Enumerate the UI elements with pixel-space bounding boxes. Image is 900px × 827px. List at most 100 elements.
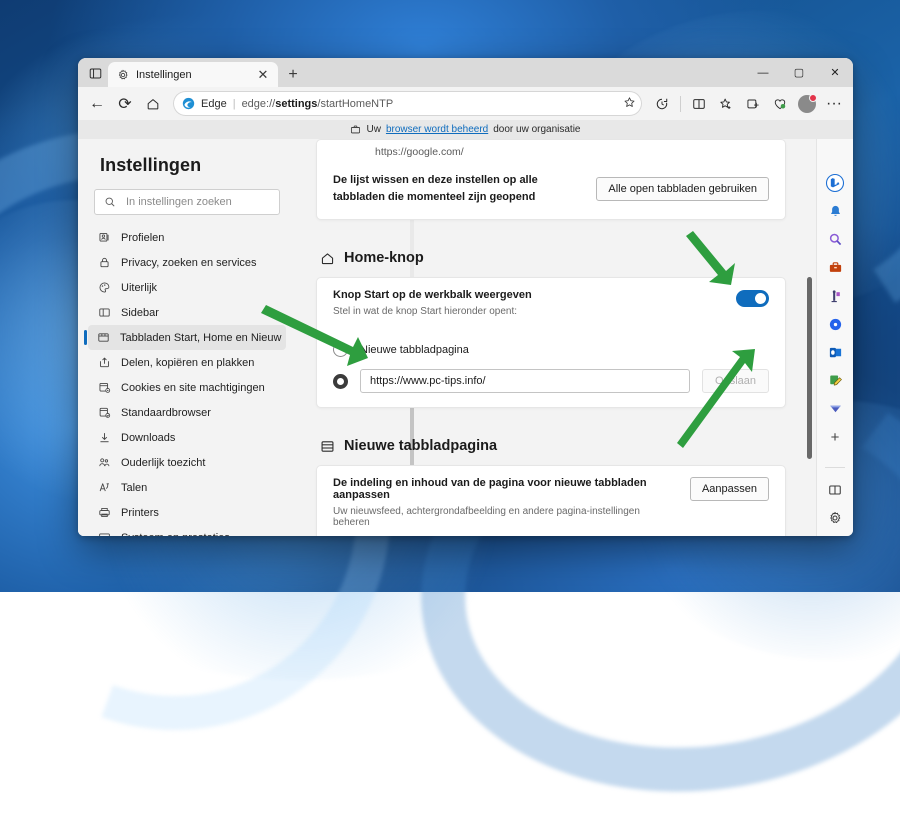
collections-icon[interactable] xyxy=(740,91,766,117)
url-text: edge://settings/startHomeNTP xyxy=(242,98,617,110)
sidebar-item-tabbladen-start-home-en-nieuw[interactable]: Tabbladen Start, Home en Nieuw xyxy=(88,325,286,350)
window-controls: — ▢ ✕ xyxy=(745,58,853,87)
sidebar-item-label: Profielen xyxy=(121,232,164,244)
dropshipping-icon[interactable] xyxy=(824,399,846,418)
minimize-button[interactable]: — xyxy=(745,58,781,87)
language-icon xyxy=(97,481,111,494)
sidebar-item-privacy[interactable]: Privacy, zoeken en services xyxy=(88,250,286,275)
section-title: Home-knop xyxy=(344,250,424,266)
home-url-input[interactable] xyxy=(360,369,690,393)
sidebar-item-label: Uiterlijk xyxy=(121,282,157,294)
customize-button[interactable]: Aanpassen xyxy=(690,477,769,501)
radio-row-url[interactable]: Opslaan xyxy=(333,369,769,393)
search-input[interactable] xyxy=(124,195,270,209)
notifications-icon[interactable] xyxy=(824,202,846,221)
close-window-button[interactable]: ✕ xyxy=(817,58,853,87)
browser-tab[interactable]: Instellingen ✕ xyxy=(108,62,278,87)
home-target-options: Nieuwe tabbladpagina Opslaan xyxy=(317,328,785,407)
favorites-icon[interactable] xyxy=(713,91,739,117)
newtab-section-heading: Nieuwe tabbladpagina xyxy=(320,438,786,454)
show-home-button-sub: Stel in wat de knop Start hieronder open… xyxy=(333,306,532,317)
customize-newtab-row: De indeling en inhoud van de pagina voor… xyxy=(317,466,785,536)
sidebar-item-ouderlijk-toezicht[interactable]: Ouderlijk toezicht xyxy=(88,450,286,475)
sidebar-item-systeem-en-prestaties[interactable]: Systeem en prestaties xyxy=(88,525,286,536)
sidebar-item-profielen[interactable]: Profielen xyxy=(88,225,286,250)
split-screen-icon[interactable] xyxy=(686,91,712,117)
edge-label: Edge xyxy=(201,98,227,110)
sidebar-item-label: Cookies en site machtigingen xyxy=(121,382,265,394)
maximize-button[interactable]: ▢ xyxy=(781,58,817,87)
radio-row-newtab[interactable]: Nieuwe tabbladpagina xyxy=(333,342,769,357)
startup-site-row: https://google.com/ xyxy=(333,146,769,158)
appearance-icon xyxy=(97,281,111,294)
toolbar-divider xyxy=(680,96,681,112)
address-bar[interactable]: Edge | edge://settings/startHomeNTP xyxy=(173,91,642,116)
sidebar-item-cookies-en-site-machtigingen[interactable]: Cookies en site machtigingen xyxy=(88,375,286,400)
sidebar-item-downloads[interactable]: Downloads xyxy=(88,425,286,450)
tools-icon[interactable] xyxy=(824,371,846,390)
new-tab-button[interactable]: + xyxy=(284,66,302,84)
managed-browser-banner: Uw browser wordt beheerd door uw organis… xyxy=(78,120,853,139)
browser-essentials-icon[interactable] xyxy=(767,91,793,117)
sidebar-item-delen-kopieren-en-plakken[interactable]: Delen, kopiëren en plakken xyxy=(88,350,286,375)
radio-newtab[interactable] xyxy=(333,342,348,357)
download-icon xyxy=(97,431,111,444)
gear-icon[interactable] xyxy=(824,509,846,528)
shopping-icon[interactable] xyxy=(824,258,846,277)
bing-copilot-icon[interactable] xyxy=(824,173,846,193)
edge-logo-icon xyxy=(182,97,195,110)
home-icon[interactable] xyxy=(140,91,166,117)
back-button[interactable]: ← xyxy=(84,91,110,117)
settings-page: Instellingen Profielen Privacy, zoeken e… xyxy=(78,139,816,536)
more-options-button[interactable]: ··· xyxy=(821,91,847,117)
sidebar-item-label: Downloads xyxy=(121,432,175,444)
edge-sidebar-divider xyxy=(825,467,845,468)
toolbar-right-icons: ··· xyxy=(649,91,847,117)
edge-browser-window: Instellingen ✕ + — ▢ ✕ ← ⟳ Edge | edge:/… xyxy=(78,58,853,536)
avatar[interactable] xyxy=(794,91,820,117)
gear-icon xyxy=(117,69,129,81)
sidebar-item-uiterlijk[interactable]: Uiterlijk xyxy=(88,275,286,300)
default-browser-icon xyxy=(97,406,111,419)
content-scrollbar[interactable] xyxy=(807,277,812,459)
managed-link[interactable]: browser wordt beheerd xyxy=(386,124,488,135)
family-icon xyxy=(97,456,111,469)
games-icon[interactable] xyxy=(824,287,846,306)
sidebar-item-label: Privacy, zoeken en services xyxy=(121,257,257,269)
sidebar-item-label: Delen, kopiëren en plakken xyxy=(121,357,254,369)
radio-url[interactable] xyxy=(333,374,348,389)
printer-icon xyxy=(97,506,111,519)
browser-toolbar: ← ⟳ Edge | edge://settings/startHomeNTP xyxy=(78,87,853,120)
split-screen-icon[interactable] xyxy=(824,481,846,500)
sidebar-item-label: Ouderlijk toezicht xyxy=(121,457,205,469)
refresh-icon[interactable]: ⟳ xyxy=(112,91,138,117)
history-icon[interactable] xyxy=(649,91,675,117)
home-icon xyxy=(320,251,335,266)
settings-content: https://google.com/ De lijst wissen en d… xyxy=(296,139,816,536)
use-all-open-tabs-button[interactable]: Alle open tabbladen gebruiken xyxy=(596,177,769,201)
search-icon[interactable] xyxy=(824,230,846,249)
tab-search-icon[interactable] xyxy=(82,60,108,86)
add-sidebar-app-button[interactable]: + xyxy=(824,428,846,447)
save-button[interactable]: Opslaan xyxy=(702,369,769,393)
newtab-page-icon xyxy=(320,439,335,454)
settings-search[interactable] xyxy=(94,189,280,215)
sidebar-item-label: Printers xyxy=(121,507,159,519)
section-title: Nieuwe tabbladpagina xyxy=(344,438,497,454)
sidebar-item-printers[interactable]: Printers xyxy=(88,500,286,525)
sidebar-item-talen[interactable]: Talen xyxy=(88,475,286,500)
home-button-card: Knop Start op de werkbalk weergeven Stel… xyxy=(316,277,786,408)
star-icon[interactable] xyxy=(623,96,636,112)
show-home-button-label: Knop Start op de werkbalk weergeven xyxy=(333,289,532,301)
sidebar-item-label: Sidebar xyxy=(121,307,159,319)
close-icon[interactable]: ✕ xyxy=(254,66,272,84)
sidebar-item-standaardbrowser[interactable]: Standaardbrowser xyxy=(88,400,286,425)
lock-icon xyxy=(97,256,111,269)
radio-newtab-label: Nieuwe tabbladpagina xyxy=(360,344,469,356)
outlook-icon[interactable] xyxy=(824,343,846,362)
office-icon[interactable] xyxy=(824,315,846,334)
tab-title: Instellingen xyxy=(136,69,247,81)
sidebar-item-sidebar[interactable]: Sidebar xyxy=(88,300,286,325)
show-home-button-toggle[interactable] xyxy=(736,290,769,307)
edge-sidebar: + xyxy=(816,139,853,536)
